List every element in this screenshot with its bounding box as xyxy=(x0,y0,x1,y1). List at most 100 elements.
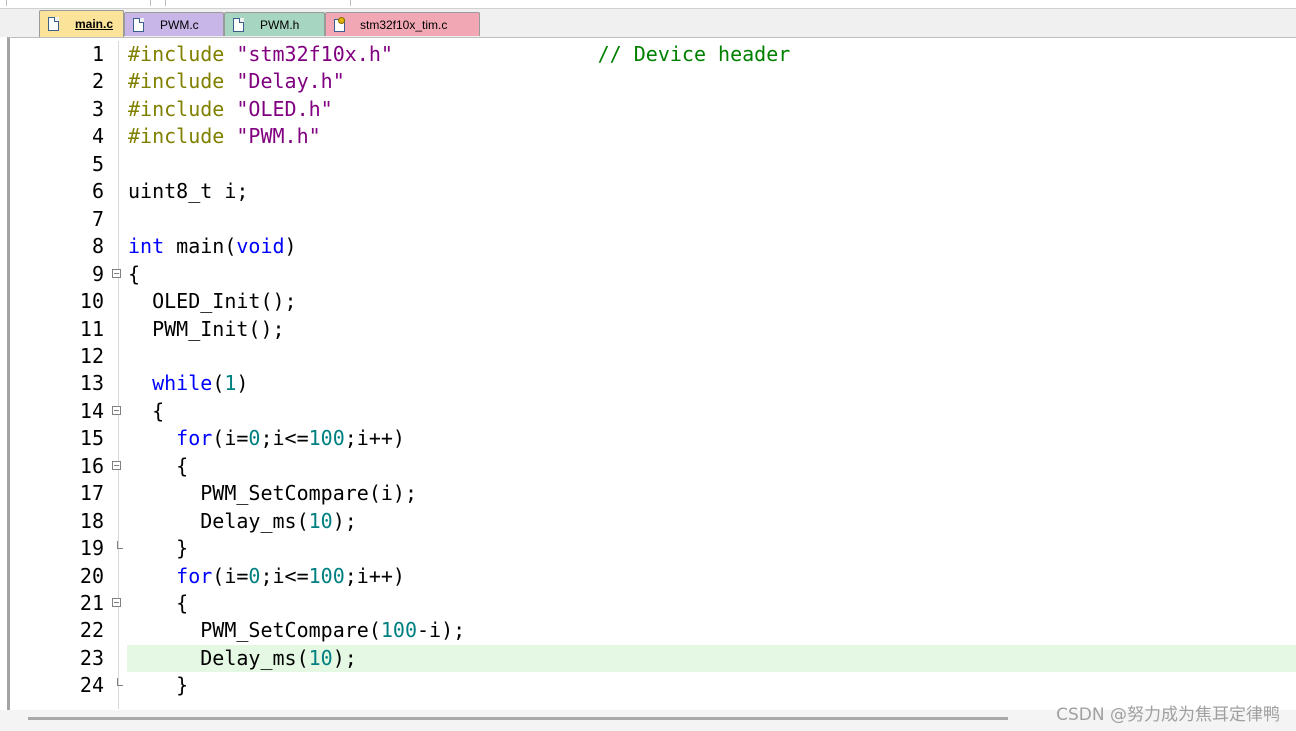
line-number: 15 xyxy=(79,426,104,451)
collapse-fold-icon[interactable] xyxy=(112,405,121,415)
code-text: } xyxy=(128,535,188,562)
tab-pwm-h[interactable]: PWM.h xyxy=(224,12,325,36)
code-text: uint8_t i; xyxy=(128,178,248,205)
line-number: 11 xyxy=(79,316,104,341)
code-token: main( xyxy=(164,234,237,259)
code-line[interactable]: 21 { xyxy=(0,590,1296,617)
code-token: ;i<= xyxy=(260,426,309,451)
c-file-icon xyxy=(48,17,59,31)
line-number: 17 xyxy=(79,481,104,506)
code-line[interactable]: 14 { xyxy=(0,398,1296,425)
code-line[interactable]: 17 PWM_SetCompare(i); xyxy=(0,480,1296,507)
code-line[interactable]: 7 xyxy=(0,206,1296,233)
tab-label: PWM.c xyxy=(160,17,199,32)
code-line[interactable]: 11 PWM_Init(); xyxy=(0,316,1296,343)
code-token: for xyxy=(176,426,213,451)
code-token: (i= xyxy=(212,563,249,588)
code-line[interactable]: 13 while(1) xyxy=(0,370,1296,397)
read-only-file-icon xyxy=(334,17,348,32)
code-text: int main(void) xyxy=(128,233,297,260)
code-line[interactable]: 8 int main(void) xyxy=(0,233,1296,260)
line-number: 16 xyxy=(79,453,104,478)
code-line[interactable]: 20 for(i=0;i<=100;i++) xyxy=(0,563,1296,590)
tab-label: main.c xyxy=(75,17,114,31)
code-token: { xyxy=(128,591,189,615)
code-line[interactable]: 22 PWM_SetCompare(100-i); xyxy=(0,617,1296,644)
code-line[interactable]: 4 #include "PWM.h" xyxy=(0,123,1296,150)
collapse-fold-icon[interactable] xyxy=(112,598,121,607)
code-token: PWM_Init(); xyxy=(128,316,285,341)
line-number: 2 xyxy=(91,69,104,94)
tab-pwm-c[interactable]: PWM.c xyxy=(124,12,224,36)
code-token: "Delay.h" xyxy=(236,69,345,94)
toolbar-fragment xyxy=(0,0,7,6)
code-text: #include "Delay.h" xyxy=(128,68,345,95)
code-token: 100 xyxy=(308,426,345,451)
line-number: 5 xyxy=(91,151,104,176)
code-token: ;i++) xyxy=(344,563,405,588)
code-token: for xyxy=(176,563,213,588)
code-line[interactable]: 12 xyxy=(0,343,1296,370)
code-token: while xyxy=(152,371,213,396)
line-number: 12 xyxy=(79,343,104,368)
code-line[interactable]: 3 #include "OLED.h" xyxy=(0,96,1296,123)
code-token: "stm32f10x.h" xyxy=(236,42,393,66)
line-number: 14 xyxy=(79,398,104,423)
code-line[interactable]: 10 OLED_Init(); xyxy=(0,288,1296,315)
code-line[interactable]: 15 for(i=0;i<=100;i++) xyxy=(0,425,1296,452)
fold-end-marker-icon xyxy=(117,541,123,550)
code-token: PWM_SetCompare( xyxy=(128,618,381,643)
tab-stm32f10x-tim-c[interactable]: stm32f10x_tim.c xyxy=(325,12,480,36)
code-token: -i); xyxy=(417,618,466,643)
code-text: #include "stm32f10x.h" // Device header xyxy=(128,41,790,68)
tab-label: stm32f10x_tim.c xyxy=(360,17,448,32)
code-line[interactable]: 18 Delay_ms(10); xyxy=(0,508,1296,535)
code-line[interactable]: 23 Delay_ms(10); xyxy=(0,644,1296,672)
code-line[interactable]: 24 } xyxy=(0,672,1296,699)
code-token: { xyxy=(128,398,165,423)
code-line[interactable]: 6 uint8_t i; xyxy=(0,178,1296,205)
toolbar-fragment xyxy=(330,0,351,6)
line-number: 6 xyxy=(91,179,104,204)
code-token: "OLED.h" xyxy=(236,96,333,121)
code-line[interactable]: 1 #include "stm32f10x.h" // Device header xyxy=(0,41,1296,68)
code-token: ); xyxy=(332,508,357,533)
code-token: ); xyxy=(332,645,357,670)
code-token: uint8_t i; xyxy=(128,179,249,204)
code-token: ( xyxy=(212,371,225,396)
line-number: 10 xyxy=(79,289,104,314)
code-token: 100 xyxy=(308,563,345,588)
code-text: Delay_ms(10); xyxy=(128,508,357,535)
watermark: CSDN @努力成为焦耳定律鸭 xyxy=(1056,705,1280,725)
line-number: 3 xyxy=(91,96,104,121)
line-number: 9 xyxy=(91,261,104,286)
line-number: 19 xyxy=(79,536,104,561)
line-number: 1 xyxy=(91,42,104,66)
code-token: 10 xyxy=(308,645,333,670)
code-text: { xyxy=(128,398,164,425)
code-line[interactable]: 19 } xyxy=(0,535,1296,562)
code-line[interactable]: 16 { xyxy=(0,453,1296,480)
code-token: ;i<= xyxy=(260,563,309,588)
line-number: 22 xyxy=(79,618,104,643)
horizontal-scrollbar[interactable] xyxy=(28,717,1008,720)
code-line[interactable]: 9{ xyxy=(0,261,1296,288)
code-token: 10 xyxy=(308,508,333,533)
line-number: 4 xyxy=(91,124,104,149)
collapse-fold-icon[interactable] xyxy=(112,460,121,470)
code-token: #include xyxy=(128,69,237,94)
code-text: for(i=0;i<=100;i++) xyxy=(128,563,405,590)
code-token: void xyxy=(236,234,285,259)
code-text: #include "PWM.h" xyxy=(128,123,321,150)
line-number: 8 xyxy=(91,234,104,259)
tab-main-c[interactable]: main.c xyxy=(39,10,124,37)
code-token: #include xyxy=(128,124,237,149)
code-line[interactable]: 5 xyxy=(0,151,1296,178)
collapse-fold-icon[interactable] xyxy=(112,268,121,278)
code-token: ) xyxy=(236,371,249,396)
code-line[interactable]: 2 #include "Delay.h" xyxy=(0,68,1296,95)
